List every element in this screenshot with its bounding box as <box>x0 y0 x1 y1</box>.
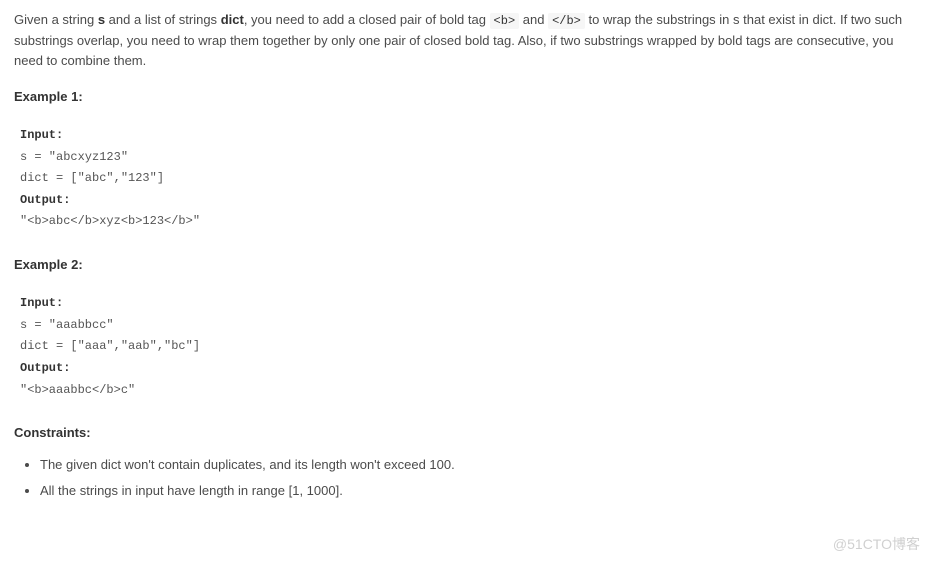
example-2-block: Input: s = "aaabbcc" dict = ["aaa","aab"… <box>14 287 916 407</box>
problem-description: Given a string s and a list of strings d… <box>14 10 916 71</box>
list-item: The given dict won't contain duplicates,… <box>40 455 916 475</box>
example-line: "<b>aaabbc</b>c" <box>20 383 135 397</box>
var-dict: dict <box>221 12 244 27</box>
constraints-heading: Constraints: <box>14 423 916 443</box>
var-s: s <box>98 12 105 27</box>
output-label: Output: <box>20 361 70 375</box>
code-close-tag: </b> <box>548 13 585 29</box>
input-label: Input: <box>20 296 63 310</box>
output-label: Output: <box>20 193 70 207</box>
constraints-list: The given dict won't contain duplicates,… <box>14 455 916 501</box>
example-line: dict = ["abc","123"] <box>20 171 164 185</box>
example-line: "<b>abc</b>xyz<b>123</b>" <box>20 214 200 228</box>
example-1-heading: Example 1: <box>14 87 916 107</box>
code-open-tag: <b> <box>490 13 520 29</box>
example-line: s = "abcxyz123" <box>20 150 128 164</box>
desc-text: and a list of strings <box>105 12 221 27</box>
example-1-block: Input: s = "abcxyz123" dict = ["abc","12… <box>14 119 916 239</box>
desc-text: , you need to add a closed pair of bold … <box>244 12 490 27</box>
example-line: dict = ["aaa","aab","bc"] <box>20 339 200 353</box>
list-item: All the strings in input have length in … <box>40 481 916 501</box>
example-line: s = "aaabbcc" <box>20 318 114 332</box>
desc-text: Given a string <box>14 12 98 27</box>
example-2-heading: Example 2: <box>14 255 916 275</box>
desc-text: and <box>519 12 548 27</box>
input-label: Input: <box>20 128 63 142</box>
watermark: @51CTO博客 <box>833 534 920 556</box>
